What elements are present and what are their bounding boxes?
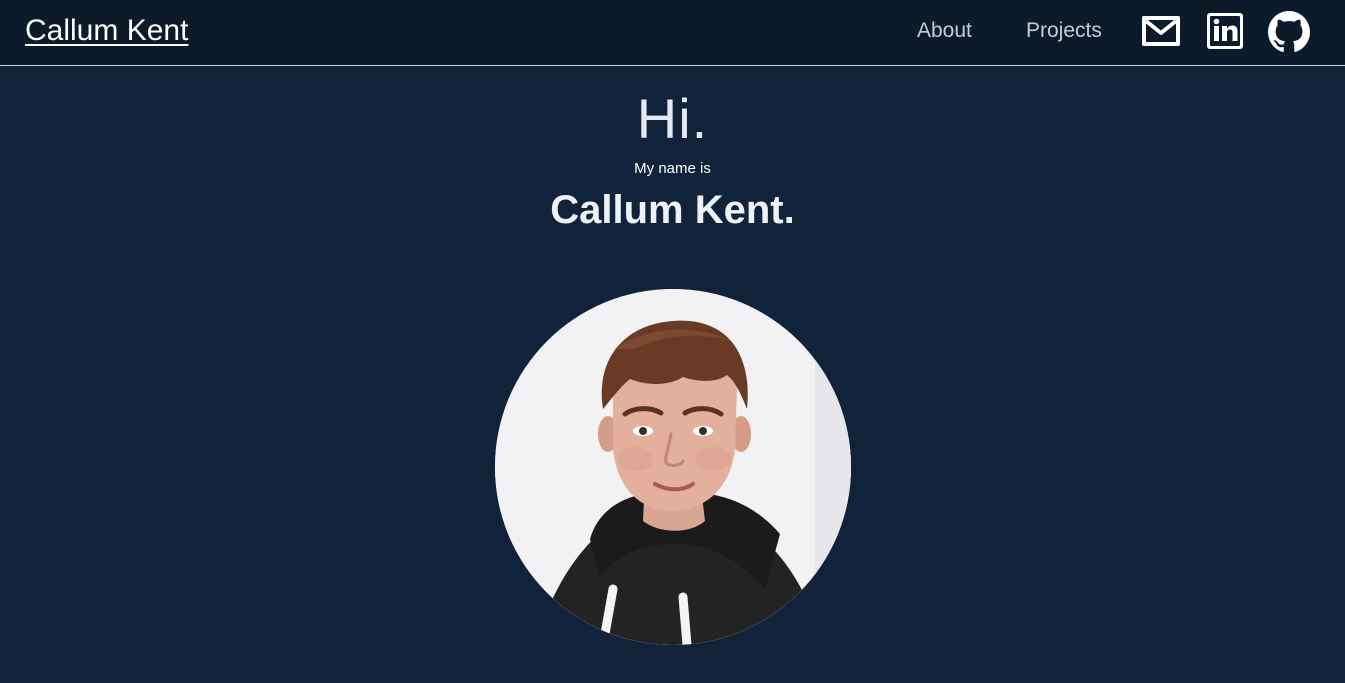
navbar: Callum Kent About Projects bbox=[0, 0, 1345, 66]
greeting-heading: Hi. bbox=[636, 87, 709, 150]
brand-link[interactable]: Callum Kent bbox=[25, 12, 188, 50]
intro-text: My name is bbox=[634, 160, 711, 177]
avatar-photo bbox=[495, 289, 851, 645]
nav-link-projects[interactable]: Projects bbox=[1026, 17, 1102, 45]
avatar bbox=[495, 289, 851, 645]
github-icon[interactable] bbox=[1268, 11, 1310, 53]
name-heading: Callum Kent. bbox=[550, 188, 795, 232]
hero-section: Hi. My name is Callum Kent. bbox=[0, 67, 1345, 683]
linkedin-icon[interactable] bbox=[1206, 12, 1244, 50]
nav-link-about[interactable]: About bbox=[917, 17, 972, 45]
mail-icon[interactable] bbox=[1140, 11, 1182, 53]
